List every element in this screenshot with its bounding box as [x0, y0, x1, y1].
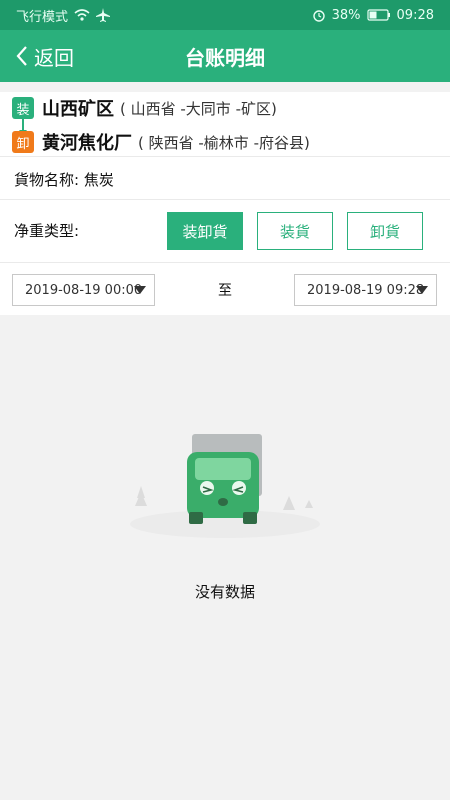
goods-label: 貨物名称: 焦炭 [14, 171, 114, 189]
weight-type-label: 净重类型: [14, 222, 80, 240]
weight-load-unload-button[interactable]: 装卸貨 [167, 212, 243, 250]
weight-load-button[interactable]: 装貨 [257, 212, 333, 250]
date-range-row: 2019-08-19 00:00 至 2019-08-19 09:28 [0, 263, 450, 315]
back-label: 返回 [34, 45, 74, 70]
clock-time: 09:28 [396, 7, 434, 23]
dropdown-arrow-icon [416, 286, 428, 294]
empty-state-text: 没有数据 [194, 583, 255, 601]
unload-place: 黄河焦化厂 [42, 133, 132, 154]
back-button[interactable]: 返回 [16, 30, 74, 82]
wifi-icon [74, 9, 90, 21]
load-detail: ( 山西省 -大同市 -矿区) [120, 99, 277, 118]
load-location: 装 山西矿区 ( 山西省 -大同市 -矿区) [12, 95, 277, 121]
status-bar: 飞行模式 38% 09:28 [0, 0, 450, 30]
carrier-text: 飞行模式 [16, 9, 69, 25]
nav-bar: 返回 台账明细 [0, 30, 450, 82]
unload-detail: ( 陕西省 -榆林市 -府谷县) [138, 133, 310, 152]
weight-unload-button[interactable]: 卸貨 [347, 212, 423, 250]
empty-state: 没有数据 [0, 316, 450, 800]
load-tag: 装 [12, 97, 34, 119]
crying-truck-icon [130, 434, 320, 538]
battery-icon [366, 9, 390, 21]
start-date-select[interactable]: 2019-08-19 00:00 [12, 274, 155, 306]
start-date-value: 2019-08-19 00:00 [25, 282, 143, 298]
weight-type-row: 净重类型: 装卸貨 装貨 卸貨 [0, 200, 450, 263]
chevron-left-icon [16, 46, 27, 66]
goods-row: 貨物名称: 焦炭 [0, 157, 450, 200]
load-place: 山西矿区 [42, 99, 114, 120]
alarm-icon [312, 10, 325, 22]
battery-percent: 38% [331, 7, 361, 23]
end-date-value: 2019-08-19 09:28 [307, 282, 425, 298]
unload-location: 卸 黄河焦化厂 ( 陕西省 -榆林市 -府谷县) [12, 129, 310, 155]
end-date-select[interactable]: 2019-08-19 09:28 [294, 274, 437, 306]
unload-tag: 卸 [12, 131, 34, 153]
route-card: 装 山西矿区 ( 山西省 -大同市 -矿区) 卸 黄河焦化厂 ( 陕西省 -榆林… [0, 92, 450, 157]
dropdown-arrow-icon [134, 286, 146, 294]
airplane-icon [96, 8, 111, 22]
